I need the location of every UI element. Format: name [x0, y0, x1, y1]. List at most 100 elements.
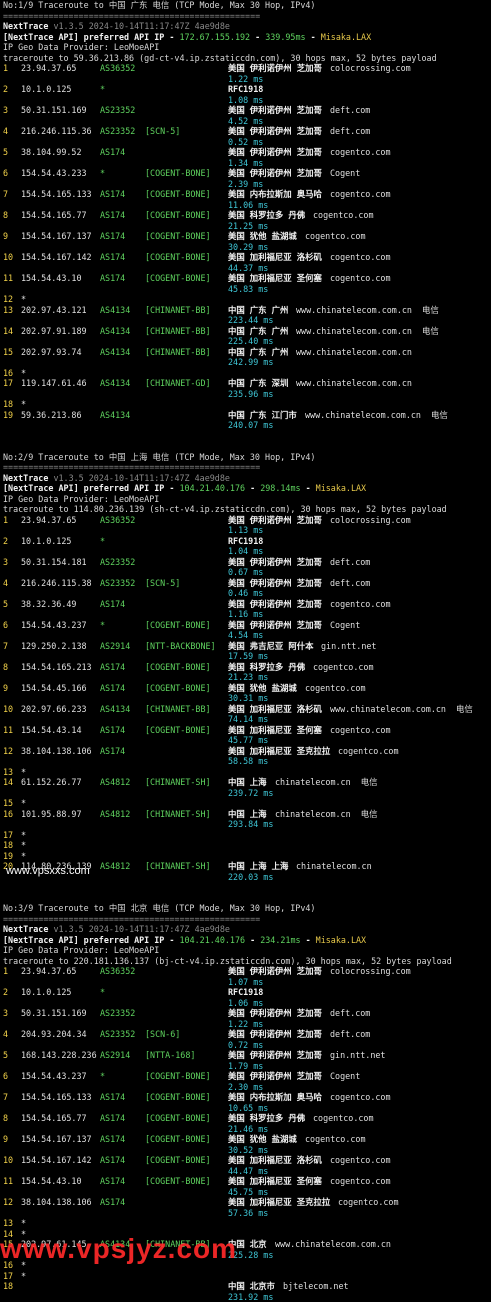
- hop-asn: AS23352: [100, 1008, 135, 1019]
- hop-latency: 4.54 ms: [3, 630, 489, 641]
- hop-latency: 4.52 ms: [3, 116, 489, 127]
- traceroute-target-line: traceroute to 59.36.213.86 (gd-ct-v4.ip.…: [3, 53, 489, 64]
- separator-line: ========================================…: [3, 914, 489, 925]
- hop-number: 15: [3, 347, 13, 358]
- api-dash: -: [301, 935, 316, 945]
- hop-number: 6: [3, 1071, 8, 1082]
- hop-number: 10: [3, 704, 13, 715]
- hop-asn: AS36352: [100, 63, 135, 74]
- hop-location: 中国 广东 深圳: [228, 378, 288, 389]
- hop-host: deft.com: [330, 578, 370, 589]
- api-ms: 234.21ms: [260, 935, 300, 945]
- hop-location: 美国 伊利诺伊州 芝加哥: [228, 63, 322, 74]
- hop-number: 12: [3, 1197, 13, 1208]
- hop-ip: *: [21, 399, 26, 410]
- hop-row: 10154.54.167.142AS174[COGENT-BONE]美国 加利福…: [3, 1155, 489, 1166]
- hop-row: 10202.97.66.233AS4134[CHINANET-BB]美国 加利福…: [3, 704, 489, 715]
- hop-latency: 2.30 ms: [3, 1082, 489, 1093]
- hop-latency: 30.31 ms: [3, 693, 489, 704]
- hop-number: 12: [3, 746, 13, 757]
- hop-ip: 216.246.115.38: [21, 578, 92, 589]
- hop-asn: AS4134: [100, 410, 130, 421]
- hop-tag: [NTTA-168]: [145, 1050, 195, 1061]
- hop-tag: [COGENT-BONE]: [145, 231, 211, 242]
- hop-ip: 154.54.167.137: [21, 231, 92, 242]
- hop-latency: 1.34 ms: [3, 158, 489, 169]
- hop-asn: AS174: [100, 252, 125, 263]
- hop-row: 13*: [3, 1218, 489, 1229]
- hop-latency: 1.22 ms: [3, 1019, 489, 1030]
- hop-row: 538.104.99.52AS174美国 伊利诺伊州 芝加哥cogentco.c…: [3, 147, 489, 158]
- section-header: No:1/9 Traceroute to 中国 广东 电信 (TCP Mode,…: [3, 0, 489, 11]
- hop-tag: [COGENT-BONE]: [145, 683, 211, 694]
- hop-asn: AS4134: [100, 704, 130, 715]
- hop-row: 16101.95.88.97AS4812[CHINANET-SH]中国 上海ch…: [3, 809, 489, 820]
- hop-latency: 0.72 ms: [3, 1040, 489, 1051]
- hop-number: 7: [3, 189, 8, 200]
- hop-host: www.chinatelecom.com.cn 电信: [330, 704, 473, 715]
- hop-asn: AS4812: [100, 777, 130, 788]
- hop-tag: [CHINANET-BB]: [145, 326, 211, 337]
- hop-asn: AS174: [100, 1134, 125, 1145]
- hop-tag: [COGENT-BONE]: [145, 1176, 211, 1187]
- hop-row: 10154.54.167.142AS174[COGENT-BONE]美国 加利福…: [3, 252, 489, 263]
- hop-ip: 154.54.43.233: [21, 168, 87, 179]
- hop-row: 123.94.37.65AS36352美国 伊利诺伊州 芝加哥colocross…: [3, 515, 489, 526]
- hop-number: 11: [3, 273, 13, 284]
- hop-row: 1238.104.138.106AS174美国 加利福尼亚 圣克拉拉cogent…: [3, 746, 489, 757]
- geo-provider-line: IP Geo Data Provider: LeoMoeAPI: [3, 494, 489, 505]
- nexttrace-name: NextTrace: [3, 21, 48, 31]
- hop-number: 18: [3, 1281, 13, 1292]
- hop-location: 美国 加利福尼亚 圣何塞: [228, 273, 322, 284]
- hop-host: www.chinatelecom.com.cn 电信: [305, 410, 448, 421]
- hop-host: cogentco.com: [330, 147, 391, 158]
- hop-number: 1: [3, 966, 8, 977]
- hop-row: 538.32.36.49AS174美国 伊利诺伊州 芝加哥cogentco.co…: [3, 599, 489, 610]
- hop-number: 8: [3, 1113, 8, 1124]
- hop-tag: [CHINANET-BB]: [145, 347, 211, 358]
- hop-number: 3: [3, 557, 8, 568]
- watermark-vpsjyz: www.vpsjyz.com: [0, 1244, 237, 1255]
- hop-location: 中国 广东 广州: [228, 305, 288, 316]
- hop-asn: AS23352: [100, 578, 135, 589]
- hop-tag: [COGENT-BONE]: [145, 1134, 211, 1145]
- section-header: No:2/9 Traceroute to 中国 上海 电信 (TCP Mode,…: [3, 452, 489, 463]
- hop-ip: 23.94.37.65: [21, 63, 76, 74]
- hop-host: cogentco.com: [330, 1092, 391, 1103]
- hop-row: 17*: [3, 830, 489, 841]
- hop-row: 17*: [3, 1271, 489, 1282]
- hop-latency: 242.99 ms: [3, 357, 489, 368]
- hop-host: Cogent: [330, 620, 360, 631]
- hop-row: 1461.152.26.77AS4812[CHINANET-SH]中国 上海ch…: [3, 777, 489, 788]
- api-ip: 104.21.40.176: [179, 483, 245, 493]
- hop-latency: 57.36 ms: [3, 1208, 489, 1219]
- hop-ip: 154.54.43.237: [21, 1071, 87, 1082]
- hop-number: 13: [3, 305, 13, 316]
- hop-latency: 0.52 ms: [3, 137, 489, 148]
- hop-number: 1: [3, 63, 8, 74]
- hop-location: 美国 伊利诺伊州 芝加哥: [228, 1071, 322, 1082]
- hop-ip: 154.54.165.77: [21, 1113, 87, 1124]
- hop-tag: [COGENT-BONE]: [145, 210, 211, 221]
- hop-location: 美国 犹他 盐湖城: [228, 1134, 297, 1145]
- hop-latency: 74.14 ms: [3, 714, 489, 725]
- hop-ip: 154.54.165.77: [21, 210, 87, 221]
- hop-tag: [COGENT-BONE]: [145, 725, 211, 736]
- hop-tag: [COGENT-BONE]: [145, 1113, 211, 1124]
- hop-ip: 202.97.93.74: [21, 347, 82, 358]
- hop-asn: AS2914: [100, 1050, 130, 1061]
- hop-asn: *: [100, 1071, 105, 1082]
- hop-row: 8154.54.165.77AS174[COGENT-BONE]美国 科罗拉多 …: [3, 1113, 489, 1124]
- hop-location: 美国 加利福尼亚 洛杉矶: [228, 252, 322, 263]
- hop-host: gin.ntt.net: [321, 641, 376, 652]
- hop-host: colocrossing.com: [330, 966, 411, 977]
- hop-asn: AS174: [100, 746, 125, 757]
- traceroute-section: No:2/9 Traceroute to 中国 上海 电信 (TCP Mode,…: [3, 452, 489, 904]
- hop-number: 2: [3, 84, 8, 95]
- hop-ip: 154.54.165.213: [21, 662, 92, 673]
- hop-number: 8: [3, 210, 8, 221]
- hop-host: chinatelecom.cn 电信: [275, 777, 377, 788]
- hop-tag: [CHINANET-BB]: [145, 305, 211, 316]
- hop-ip: 154.54.167.137: [21, 1134, 92, 1145]
- geo-provider-line: IP Geo Data Provider: LeoMoeAPI: [3, 945, 489, 956]
